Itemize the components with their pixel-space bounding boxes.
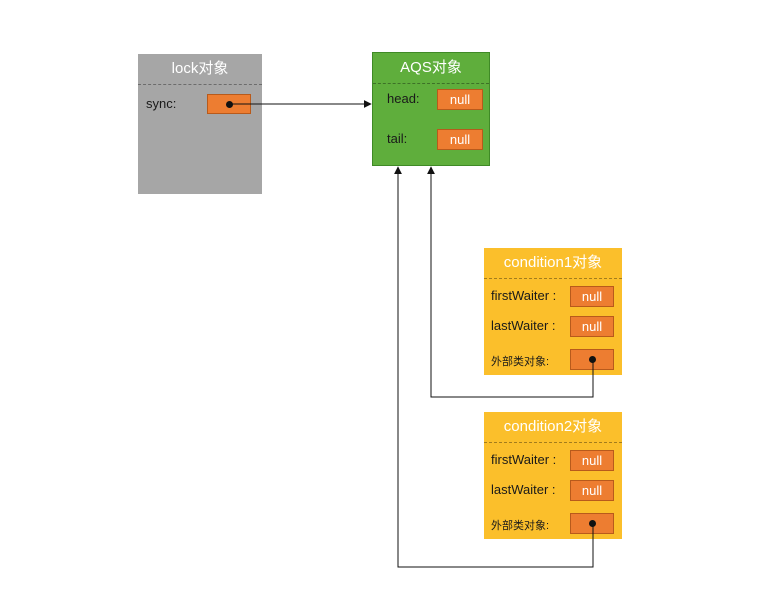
reference-arrows xyxy=(230,100,594,568)
condition2-to-aqs-arrow xyxy=(394,166,594,568)
condition1-to-aqs-arrow xyxy=(427,166,594,398)
